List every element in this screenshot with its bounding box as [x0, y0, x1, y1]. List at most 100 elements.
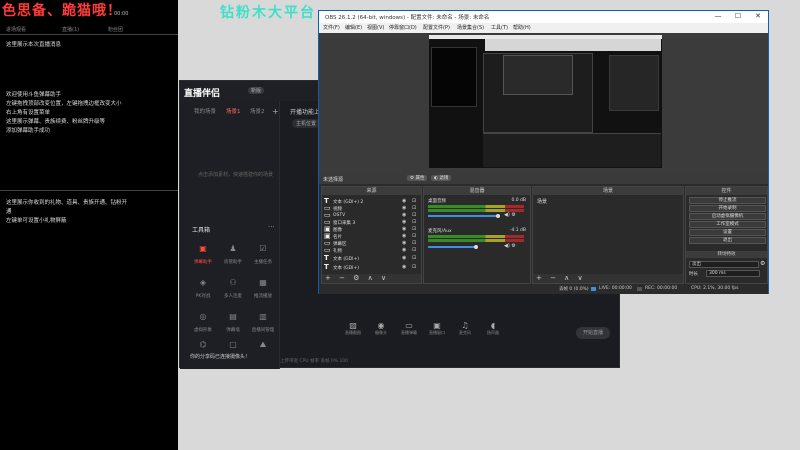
- help-message: 这里展示弹幕、贵族续费、粉丝牌升级等: [6, 119, 106, 125]
- tool-anchor-tasks[interactable]: ☑ 主播任务: [246, 243, 280, 271]
- duration-input[interactable]: 300 ms: [706, 270, 760, 277]
- tool-pk[interactable]: ◈ PK对战: [186, 277, 220, 305]
- start-recording-button[interactable]: 开始录制: [689, 205, 766, 212]
- maximize-button[interactable]: ☐: [731, 12, 745, 20]
- tool-danmu-assistant[interactable]: ▣ 弹幕助手: [186, 243, 220, 271]
- source-item[interactable]: ▣ 名片 ◉ ⊡: [324, 232, 420, 240]
- eye-icon[interactable]: ◉: [402, 264, 406, 270]
- version-badge[interactable]: 新版: [248, 87, 265, 94]
- gear-icon[interactable]: ⚙: [760, 260, 765, 267]
- eye-icon[interactable]: ◉: [402, 255, 406, 261]
- studio-mode-button[interactable]: 工作室模式: [689, 221, 766, 228]
- danmu-button[interactable]: ▭ 直播弹幕: [396, 321, 422, 336]
- start-live-button[interactable]: 开始直播: [576, 327, 610, 339]
- volume-knob[interactable]: [496, 214, 500, 218]
- filters-button[interactable]: ◐ 滤镜: [431, 175, 452, 181]
- eye-icon[interactable]: ◉: [402, 233, 406, 239]
- source-item[interactable]: ▭ 礼物 ◉ ⊡: [324, 246, 420, 254]
- lock-icon[interactable]: ⊡: [412, 226, 416, 232]
- lock-icon[interactable]: ⊡: [412, 240, 416, 246]
- tab-scene-2[interactable]: 场景2: [250, 107, 265, 115]
- lock-icon[interactable]: ⊡: [412, 212, 416, 218]
- tool-scene-manage[interactable]: ⛰: [246, 339, 280, 367]
- lock-icon[interactable]: ⊡: [412, 219, 416, 225]
- screenshot-icon: ▨: [349, 321, 357, 330]
- scenes-footer-buttons[interactable]: + − ∧ ∨: [533, 274, 683, 283]
- tool-multi-mic[interactable]: ⚇ 多人连麦: [216, 277, 250, 305]
- danmu-assistant-panel: - 进场观看 - 直播(1) 00:00 粉丝团 色思备、跪猫哦！ 这里展示本次…: [0, 0, 178, 450]
- menu-docks[interactable]: 停靠窗口(D): [389, 24, 417, 31]
- source-item[interactable]: T 文本 (GDI+) ◉ ⊡: [324, 263, 420, 271]
- exit-button[interactable]: 退出: [689, 237, 766, 244]
- source-item[interactable]: ▭ 视频 ◉ ⊡: [324, 204, 420, 212]
- lock-icon[interactable]: ⊡: [412, 247, 416, 253]
- menu-edit[interactable]: 编辑(E): [345, 24, 362, 31]
- tab-scene-1[interactable]: 场景1: [226, 107, 241, 115]
- lock-icon[interactable]: ⊡: [412, 198, 416, 204]
- close-button[interactable]: ✕: [751, 12, 765, 20]
- tool-stream-player[interactable]: ▦ 推流播放: [246, 277, 280, 305]
- source-item[interactable]: ▭ 弹幕区 ◉ ⊡: [324, 239, 420, 247]
- preview-console: [431, 47, 477, 107]
- source-name: 文本 (GDI+): [333, 266, 359, 271]
- camera-notice: 你的分享码已连接摄像头！: [190, 354, 251, 360]
- live-indicator-icon: [591, 287, 596, 291]
- companion-statusbar: 上传带宽 CPU 帧率 丢帧 0% 100: [280, 359, 349, 364]
- source-item[interactable]: T 文本 (GDI+) 2 ◉ ⊡: [324, 197, 420, 205]
- source-item[interactable]: T 文本 (GDI+) ◉ ⊡: [324, 254, 420, 262]
- dropped-frames: 丢帧 0 (0.0%): [559, 287, 589, 292]
- menu-tools[interactable]: 工具(T): [491, 24, 508, 31]
- volume-slider[interactable]: [428, 246, 476, 248]
- eye-icon[interactable]: ◉: [402, 205, 406, 211]
- more-icon[interactable]: ···: [268, 223, 275, 231]
- transition-select[interactable]: 淡出: [689, 261, 759, 268]
- tab-my-scenes[interactable]: 我的场景: [194, 107, 216, 115]
- stop-streaming-button[interactable]: 停止推流: [689, 197, 766, 204]
- minimize-button[interactable]: —: [711, 12, 725, 20]
- eye-icon[interactable]: ◉: [402, 247, 406, 253]
- lock-icon[interactable]: ⊡: [412, 205, 416, 211]
- speaker-gear-icons[interactable]: ◀) ⚙: [504, 243, 516, 249]
- source-name: 文本 (GDI+): [333, 257, 359, 262]
- tool-label: 弹幕助手: [194, 260, 212, 265]
- tool-avatar[interactable]: ◎ 虚拟形象: [186, 311, 220, 339]
- eye-icon[interactable]: ◉: [402, 212, 406, 218]
- virtual-camera-button[interactable]: 启动虚拟摄像机: [689, 213, 766, 220]
- preview-nested-desktop: [429, 35, 662, 168]
- menu-help[interactable]: 帮助(H): [513, 24, 531, 31]
- eye-icon[interactable]: ◉: [402, 226, 406, 232]
- speaker-gear-icons[interactable]: ◀) ⚙: [504, 212, 516, 218]
- add-scene-button[interactable]: +: [272, 107, 279, 116]
- screenshot-button[interactable]: ▨ 直播截图: [340, 321, 366, 336]
- source-item[interactable]: ▭ OSTV ◉ ⊡: [324, 211, 420, 219]
- lock-icon[interactable]: ⊡: [412, 255, 416, 261]
- scene-item[interactable]: 场景: [537, 198, 547, 205]
- camera-button[interactable]: ◉ 摄像头: [368, 321, 394, 336]
- eye-icon[interactable]: ◉: [402, 219, 406, 225]
- source-item[interactable]: ▣ 图像 ◉ ⊡: [324, 225, 420, 233]
- tool-danmu-wall[interactable]: ▤ 弹幕墙: [216, 311, 250, 339]
- sources-footer-buttons[interactable]: + − ⚙ ∧ ∨: [322, 274, 421, 283]
- settings-button[interactable]: 设置: [689, 229, 766, 236]
- microphone-button[interactable]: ♫ 麦克风: [452, 321, 478, 336]
- lock-icon[interactable]: ⊡: [412, 264, 416, 270]
- tool-room-manager[interactable]: ♟ 房管助手: [216, 243, 250, 271]
- eye-icon[interactable]: ◉: [402, 240, 406, 246]
- properties-button[interactable]: ⚙ 属性: [407, 175, 428, 181]
- menu-file[interactable]: 文件(F): [323, 24, 340, 31]
- menu-view[interactable]: 视图(V): [367, 24, 384, 31]
- eye-icon[interactable]: ◉: [402, 198, 406, 204]
- menu-profile[interactable]: 配置文件(P): [423, 24, 450, 31]
- wall-icon: ▤: [229, 312, 237, 321]
- source-item[interactable]: ▭ 窗口采集 3 ◉ ⊡: [324, 218, 420, 226]
- tool-room-manage[interactable]: ▥ 直播间管理: [246, 311, 280, 339]
- obs-titlebar[interactable]: OBS 26.1.2 (64-bit, windows) - 配置文件: 未命名…: [319, 11, 768, 23]
- lock-icon[interactable]: ⊡: [412, 233, 416, 239]
- preview-canvas[interactable]: [429, 35, 662, 168]
- volume-knob[interactable]: [474, 245, 478, 249]
- speaker-button[interactable]: ◖ 扬声器: [480, 321, 506, 336]
- window-button[interactable]: ▣ 直播窗口: [424, 321, 450, 336]
- volume-slider[interactable]: [428, 215, 498, 217]
- host-position-tab[interactable]: 主机位置: [292, 119, 321, 128]
- menu-scene-collection[interactable]: 场景集合(S): [457, 24, 484, 31]
